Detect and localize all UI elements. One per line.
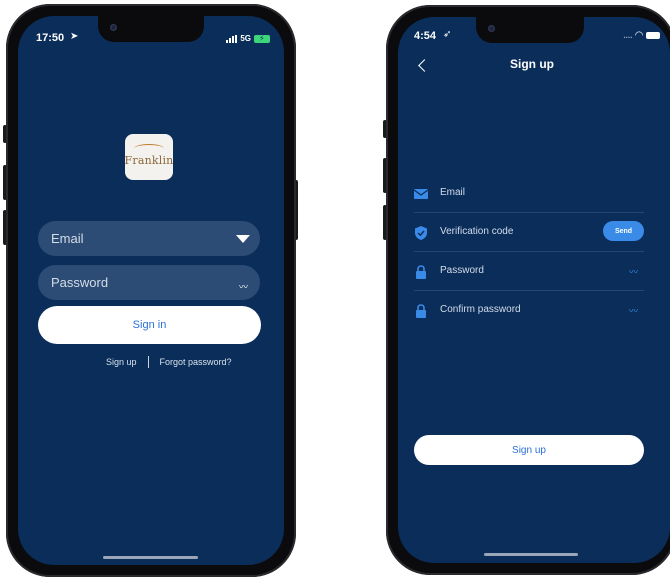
sign-up-button[interactable]: Sign up (414, 435, 644, 465)
forgot-password-link[interactable]: Forgot password? (160, 357, 232, 367)
eye-closed-icon[interactable]: 〰 (239, 280, 248, 293)
confirm-password-label: Confirm password (440, 304, 521, 315)
franklin-logo: Franklin (125, 134, 173, 180)
front-camera (488, 25, 495, 32)
dropdown-triangle-icon[interactable] (236, 235, 250, 243)
email-label: Email (440, 187, 466, 198)
mail-icon (414, 189, 428, 199)
password-label: Password (440, 265, 484, 276)
lock-icon (416, 265, 426, 279)
email-field[interactable] (38, 221, 260, 256)
network-label: 5G (240, 34, 251, 43)
notch (98, 16, 204, 42)
battery-icon (646, 32, 660, 39)
auth-links: Sign up Forgot password? (106, 356, 232, 368)
back-chevron-icon[interactable] (418, 59, 431, 72)
battery-charging-icon: ⚡ (254, 34, 270, 43)
confirm-password-row[interactable]: Confirm password 〰 (414, 291, 644, 329)
shield-icon (415, 226, 427, 240)
wifi-icon: ◠ (635, 30, 643, 41)
location-arrow-icon: ➤ (70, 31, 79, 42)
status-time: 17:50 (36, 32, 65, 44)
right-phone: 4:54 ➶ .... ◠ Sign up Email Verification… (386, 5, 670, 575)
status-time: 4:54 (414, 30, 437, 42)
password-input[interactable] (51, 275, 221, 290)
verification-label: Verification code (440, 226, 514, 237)
status-dots: .... (623, 31, 633, 40)
email-input[interactable] (51, 231, 221, 246)
eye-closed-icon[interactable]: 〰 (629, 265, 638, 278)
status-indicators: 5G ⚡ (226, 34, 270, 43)
status-indicators: .... ◠ (623, 30, 660, 41)
home-indicator (103, 556, 198, 559)
sign-in-button[interactable]: Sign in (38, 306, 261, 344)
home-indicator (484, 553, 578, 556)
signup-screen: 4:54 ➶ .... ◠ Sign up Email Verification… (398, 17, 670, 563)
logo-text: Franklin (124, 153, 174, 167)
password-field[interactable]: 〰 (38, 265, 260, 300)
page-title: Sign up (510, 57, 554, 71)
sign-up-link[interactable]: Sign up (106, 357, 137, 367)
logo-arc-icon (134, 144, 164, 153)
left-phone: 17:50 ➤ 5G ⚡ Franklin 〰 Sign i (6, 4, 296, 577)
email-row[interactable]: Email (414, 174, 644, 213)
password-row[interactable]: Password 〰 (414, 252, 644, 291)
notch (476, 17, 584, 43)
link-divider (147, 356, 149, 368)
lock-icon (416, 304, 426, 318)
location-arrow-icon: ➶ (443, 29, 452, 40)
eye-closed-icon[interactable]: 〰 (629, 304, 638, 317)
verification-row[interactable]: Verification code Send (414, 213, 644, 252)
send-code-button[interactable]: Send (603, 221, 644, 241)
front-camera (110, 24, 117, 31)
signal-bars-icon (226, 34, 238, 43)
login-screen: 17:50 ➤ 5G ⚡ Franklin 〰 Sign i (18, 16, 284, 565)
